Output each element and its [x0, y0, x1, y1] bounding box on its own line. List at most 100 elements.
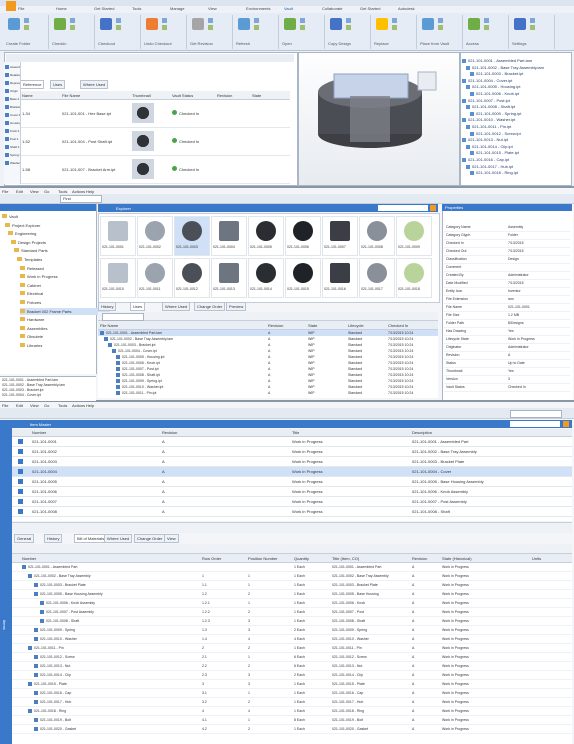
ribbon-small-icon[interactable] — [300, 18, 305, 23]
tree-item[interactable]: 021-101-0009 - Spring.ipt — [470, 111, 570, 117]
detail-column-header[interactable]: Checked In — [388, 323, 408, 328]
detail-column-header[interactable]: File Name — [100, 323, 118, 328]
folder-item[interactable]: Templates — [17, 256, 107, 263]
item-row[interactable]: 021-101-0001 A Work in Progress 021-101-000… — [12, 437, 572, 447]
bom-column-header[interactable]: Title (Item, CO) — [332, 556, 359, 561]
part-thumbnail[interactable]: 021-101-0014 — [248, 258, 284, 298]
item-row[interactable]: 021-101-0003 A Work in Progress 021-101-000… — [12, 457, 572, 467]
item-column-header[interactable]: Revision — [162, 430, 177, 435]
part-thumbnail[interactable]: 021-101-0018 — [396, 258, 432, 298]
ribbon-tab[interactable]: Get Started — [94, 6, 114, 11]
ribbon-button-icon[interactable] — [100, 18, 112, 30]
bom-column-header[interactable]: Number — [22, 556, 36, 561]
browser-item[interactable]: Knob:1 — [5, 128, 20, 135]
bom-row[interactable]: 021-101-0006 - Knob Assembly 1.2.1 1 1 Each… — [12, 599, 572, 608]
tree-item[interactable]: 021-101-0013 - Nut.ipt — [462, 137, 562, 143]
folder-item[interactable]: Assemblies — [20, 325, 110, 332]
bom-row[interactable]: 021-101-0016 - Cap 3.1 1 1 Each 021-101-0016… — [12, 689, 572, 698]
bom-column-header[interactable]: State (Historical) — [442, 556, 472, 561]
property-row[interactable]: Category Name Assembly — [444, 224, 570, 232]
property-row[interactable]: Folder Path $/Designs — [444, 320, 570, 328]
bottom-panel-item[interactable]: 021-101-0001 - Assembled Part.iam — [2, 378, 58, 382]
bom-row[interactable]: 021-101-0012 - Screw 2.1 1 6 Each 021-101-00… — [12, 653, 572, 662]
ribbon-tab[interactable]: Home — [56, 6, 67, 11]
property-row[interactable]: Lifecycle State Work in Progress — [444, 336, 570, 344]
ribbon-tab[interactable]: Collaborate — [322, 6, 342, 11]
tree-item[interactable]: 021-101-0004 - Cover.ipt — [462, 78, 562, 84]
property-row[interactable]: Version 3 — [444, 376, 570, 384]
ribbon-tab[interactable]: Get Started — [360, 6, 380, 11]
tree-item[interactable]: 021-101-0005 - Housing.ipt — [466, 84, 566, 90]
ribbon-small-icon[interactable] — [530, 18, 535, 23]
folder-item[interactable]: Hardware — [20, 316, 110, 323]
property-row[interactable]: Entity Icon Inventor — [444, 288, 570, 296]
tree-item[interactable]: 021-101-0011 - Pin.ipt — [466, 124, 566, 130]
property-row[interactable]: Classification Design — [444, 256, 570, 264]
item-row[interactable]: 021-101-0008 A Work in Progress 021-101-000… — [12, 507, 572, 517]
property-row[interactable]: Thumbnail Yes — [444, 368, 570, 376]
ribbon-button-icon[interactable] — [54, 18, 66, 30]
browser-item[interactable]: Housing:1 — [5, 120, 20, 127]
browser-item[interactable]: Cover:1 — [5, 112, 20, 119]
tree-item[interactable]: 021-101-0016 - Cap.ipt — [462, 157, 562, 163]
tree-item[interactable]: 021-101-0015 - Plate.ipt — [470, 150, 570, 156]
bom-tab[interactable]: History — [44, 534, 63, 543]
grid-tab[interactable]: Uses — [50, 80, 66, 89]
tree-item[interactable]: 021-101-0001 - Assembled Part.iam — [462, 58, 562, 64]
part-thumbnail[interactable]: 021-101-0012 — [174, 258, 210, 298]
item-row[interactable]: 021-101-0002 A Work in Progress 021-101-000… — [12, 447, 572, 457]
property-row[interactable]: Date Modified 7/13/2015 — [444, 280, 570, 288]
bom-row[interactable]: 021-101-0002 - Base Tray Assembly 1 1 1 Eac… — [12, 572, 572, 581]
ribbon-button-icon[interactable] — [146, 18, 158, 30]
part-thumbnail[interactable]: 021-101-0005 — [248, 216, 284, 256]
tree-item[interactable]: 021-101-0003 - Bracket.ipt — [470, 71, 570, 77]
part-thumbnail[interactable]: 021-101-0003 — [174, 216, 210, 256]
ribbon-tab[interactable]: Environments — [246, 6, 270, 11]
detail-column-header[interactable]: State — [308, 323, 317, 328]
ribbon-button-icon[interactable] — [376, 18, 388, 30]
ribbon-small-icon[interactable] — [254, 18, 259, 23]
ribbon-button-icon[interactable] — [284, 18, 296, 30]
ribbon-small-icon[interactable] — [24, 18, 29, 23]
item-column-header[interactable]: Description — [412, 430, 432, 435]
bom-row[interactable]: 021-101-0007 - Post Assembly 1.2.2 2 1 Each… — [12, 608, 572, 617]
item-row[interactable]: 021-101-0007 A Work in Progress 021-101-000… — [12, 497, 572, 507]
ribbon-button-icon[interactable] — [330, 18, 342, 30]
bom-tab[interactable]: Bill of Materials — [74, 534, 108, 543]
browser-item[interactable]: Shaft:1 — [5, 144, 20, 151]
item-column-header[interactable]: Number — [32, 430, 46, 435]
folder-item[interactable]: Vault — [2, 213, 92, 220]
bom-tab[interactable]: Where Used — [104, 534, 133, 543]
grid-tab[interactable]: Reference — [20, 80, 45, 89]
detail-tab[interactable]: Where Used — [162, 302, 191, 311]
browser-item[interactable]: Relationships — [5, 72, 20, 79]
grid-column-header[interactable]: Thumbnail — [132, 93, 151, 98]
ribbon-small-icon[interactable] — [116, 25, 121, 30]
bom-row[interactable]: 021-101-0017 - Hub 3.2 2 1 Each 021-101-0017… — [12, 698, 572, 707]
grid-row[interactable]: 1-58 021-101-007 - Bracket Arm.ipt Checked… — [20, 156, 290, 184]
bom-row[interactable]: 021-101-0005 - Base Housing Assembly 1.2 2… — [12, 590, 572, 599]
part-thumbnail[interactable]: 021-101-0001 — [100, 216, 136, 256]
ribbon-small-icon[interactable] — [116, 18, 121, 23]
property-row[interactable]: Vault Status Checked In — [444, 384, 570, 392]
ribbon-small-icon[interactable] — [24, 25, 29, 30]
ribbon-button-icon[interactable] — [422, 18, 434, 30]
part-thumbnail[interactable]: 021-101-0008 — [359, 216, 395, 256]
bom-tab[interactable]: View — [164, 534, 179, 543]
part-thumbnail[interactable]: 021-101-0004 — [211, 216, 247, 256]
grid-column-header[interactable]: Name — [22, 93, 33, 98]
part-thumbnail[interactable]: 021-101-0002 — [137, 216, 173, 256]
tree-item[interactable]: 021-101-0017 - Hub.ipt — [466, 164, 566, 170]
property-row[interactable]: Checked Out 7/13/2015 — [444, 248, 570, 256]
bom-row[interactable]: 021-101-0018 - Ring 4 4 1 Each 021-101-0018 … — [12, 707, 572, 716]
bom-row[interactable]: 021-101-0001 - Assembled Part 1 Each 021-1… — [12, 563, 572, 572]
folder-item[interactable]: Work in Progress — [20, 273, 110, 280]
grid-row[interactable]: 1-52 021-101-004 - Post Shaft.ipt Checked … — [20, 128, 290, 156]
bom-column-header[interactable]: Units — [532, 556, 541, 561]
grid-column-header[interactable]: State — [252, 93, 261, 98]
item-search-input[interactable] — [510, 421, 560, 427]
ribbon-tab[interactable]: View — [208, 6, 217, 11]
ribbon-tab[interactable]: Vault — [284, 6, 293, 11]
grid-column-header[interactable]: File Name — [62, 93, 80, 98]
toolbar-search[interactable] — [510, 410, 562, 418]
